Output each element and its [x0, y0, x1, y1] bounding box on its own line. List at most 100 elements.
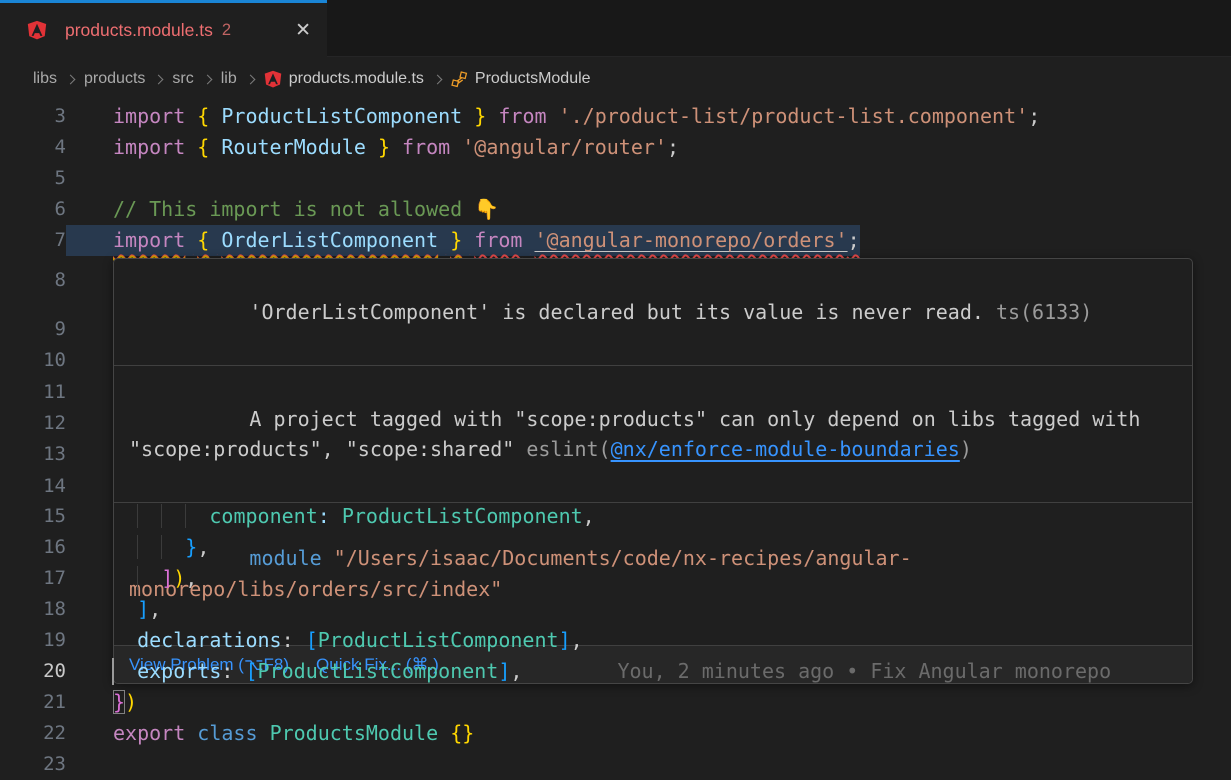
code-token — [450, 135, 462, 159]
breadcrumb-item-products[interactable]: products — [84, 70, 145, 88]
line-number: 14 — [0, 471, 66, 502]
code-token: } — [474, 104, 486, 128]
code-token: [ — [245, 659, 257, 683]
close-icon[interactable]: ✕ — [295, 21, 311, 40]
code-token: ProductListComponent — [342, 504, 583, 528]
code-line-3[interactable]: 3import { ProductListComponent } from '.… — [0, 101, 1231, 132]
code-token: import — [113, 228, 185, 252]
code-token: , — [149, 597, 161, 621]
code-token: ] — [498, 659, 510, 683]
code-line-23[interactable]: 23 — [0, 749, 1231, 780]
code-token — [390, 135, 402, 159]
code-token — [462, 228, 474, 252]
code-text: import { RouterModule } from '@angular/r… — [66, 132, 679, 163]
tab-bar: products.module.ts 2 ✕ — [0, 0, 1231, 57]
code-token: { — [197, 135, 209, 159]
code-token: [ — [306, 628, 318, 652]
line-number: 18 — [0, 594, 66, 625]
code-line-6[interactable]: 6 // This import is not allowed 👇 — [0, 194, 1231, 225]
chevron-right-icon — [154, 74, 164, 84]
line-number: 23 — [0, 749, 66, 780]
code-token — [547, 104, 559, 128]
code-text — [66, 163, 113, 194]
code-token — [113, 566, 137, 590]
code-line-21[interactable]: 21}) — [0, 687, 1231, 718]
code-token: You, 2 minutes ago • Fix Angular monorep… — [617, 659, 1111, 683]
code-token: } — [113, 690, 125, 714]
code-token — [113, 535, 137, 559]
code-token: OrderListComponent — [221, 228, 438, 252]
code-line-22[interactable]: 22export class ProductsModule {} — [0, 718, 1231, 749]
code-line-5[interactable]: 5 — [0, 163, 1231, 194]
code-line-7[interactable]: 7import { OrderListComponent } from '@an… — [0, 225, 1231, 256]
breadcrumb-item-file[interactable]: products.module.ts — [289, 70, 424, 88]
code-token — [209, 228, 221, 252]
tab-products-module[interactable]: products.module.ts 2 ✕ — [0, 0, 327, 57]
chevron-right-icon — [245, 74, 255, 84]
code-token: // This import is not allowed — [113, 197, 474, 221]
line-number: 6 — [0, 194, 66, 225]
breadcrumb-item-symbol[interactable]: ProductsModule — [475, 70, 591, 88]
code-token — [137, 535, 161, 559]
line-number: 12 — [0, 408, 66, 439]
code-token: , — [185, 566, 197, 590]
angular-icon — [27, 20, 47, 40]
breadcrumb-item-libs[interactable]: libs — [33, 70, 57, 88]
tab-title: products.module.ts — [65, 20, 213, 41]
code-token — [366, 135, 378, 159]
code-token: ) — [173, 566, 185, 590]
code-line-15[interactable]: 15 component: ProductListComponent, — [0, 501, 1231, 532]
code-line-18[interactable]: 18 ], — [0, 594, 1231, 625]
chevron-right-icon — [432, 74, 442, 84]
chevron-right-icon — [66, 74, 76, 84]
code-token: , — [197, 535, 209, 559]
ts-message: 'OrderListComponent' is declared but its… — [249, 300, 984, 324]
code-token: ProductListComponent — [258, 659, 499, 683]
code-token: {} — [450, 721, 474, 745]
breadcrumb-item-lib[interactable]: lib — [221, 70, 237, 88]
code-token: RouterModule — [221, 135, 366, 159]
code-token: ) — [125, 690, 137, 714]
code-token — [209, 135, 221, 159]
code-line-17[interactable]: 17 ]), — [0, 563, 1231, 594]
code-text: import { OrderListComponent } from '@ang… — [66, 225, 860, 256]
code-token — [161, 504, 185, 528]
code-line-4[interactable]: 4import { RouterModule } from '@angular/… — [0, 132, 1231, 163]
code-token: 👇 — [474, 197, 499, 221]
code-token — [522, 228, 534, 252]
code-token: } — [185, 535, 197, 559]
code-token: ; — [667, 135, 679, 159]
code-token: ProductsModule — [270, 721, 439, 745]
code-editor: 3import { ProductListComponent } from '.… — [0, 101, 1231, 780]
code-line-19[interactable]: 19 declarations: [ProductListComponent], — [0, 625, 1231, 656]
line-number: 17 — [0, 563, 66, 594]
code-token: ; — [1028, 104, 1040, 128]
code-line-16[interactable]: 16 }, — [0, 532, 1231, 563]
line-number: 5 — [0, 163, 66, 194]
code-token: import — [113, 135, 185, 159]
code-token: , — [510, 659, 522, 683]
eslint-rule-link[interactable]: @nx/enforce-module-boundaries — [611, 437, 960, 461]
code-text: declarations: [ProductListComponent], — [66, 625, 583, 656]
line-number: 9 — [0, 314, 66, 345]
code-token — [185, 721, 197, 745]
code-token — [258, 721, 270, 745]
code-token: ] — [137, 597, 149, 621]
text-cursor — [112, 658, 114, 685]
code-token: '@angular/router' — [462, 135, 667, 159]
line-number: 8 — [0, 265, 66, 296]
code-lines-above-hover: 3import { ProductListComponent } from '.… — [0, 101, 1231, 256]
breadcrumb: libs products src lib products.module.ts… — [0, 57, 1231, 101]
eslint-source-suffix: ) — [960, 437, 972, 461]
code-token: } — [450, 228, 462, 252]
code-token: export — [113, 721, 185, 745]
hover-eslint-diagnostic: A project tagged with "scope:products" c… — [114, 365, 1192, 502]
code-token — [137, 504, 161, 528]
code-token: : — [221, 659, 245, 683]
code-line-20[interactable]: 20 exports: [ProductListComponent],You, … — [0, 656, 1231, 687]
code-token: , — [583, 504, 595, 528]
angular-icon — [264, 70, 282, 88]
breadcrumb-item-src[interactable]: src — [172, 70, 193, 88]
code-token — [113, 659, 137, 683]
code-token: { — [197, 104, 209, 128]
